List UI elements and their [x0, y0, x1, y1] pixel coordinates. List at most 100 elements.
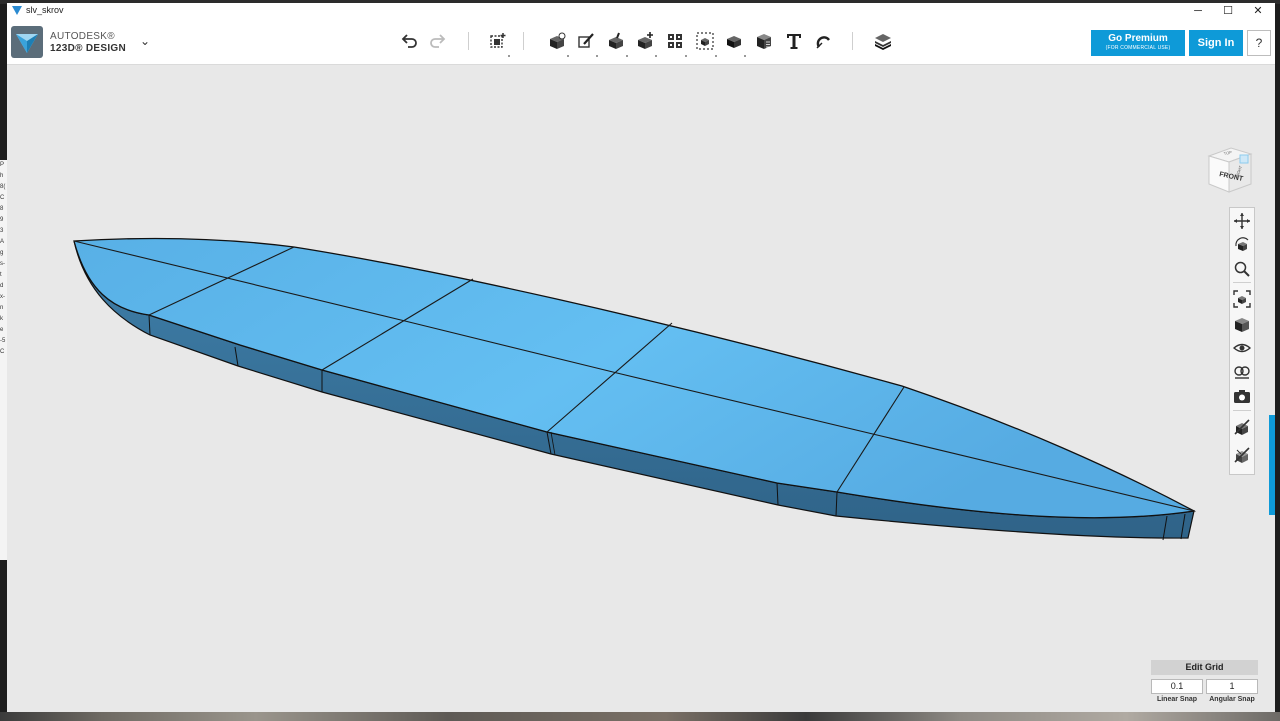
- angular-snap-field[interactable]: 1: [1206, 679, 1258, 694]
- edit-grid-button[interactable]: Edit Grid: [1151, 660, 1258, 675]
- views-icon[interactable]: [1233, 315, 1251, 333]
- background-text-fragment: 3: [0, 228, 4, 234]
- screenshot-icon[interactable]: [1233, 387, 1251, 405]
- sketch-icon: [578, 33, 594, 48]
- toolbar-separator: [523, 32, 524, 50]
- grid-panel: Edit Grid 0.1 1 Linear Snap Angular Snap: [1151, 660, 1258, 708]
- dropdown-indicator: [508, 55, 510, 57]
- background-window-edge: Ph 8( C 8 9 3 Ag s-t d x-n k e -5 C: [0, 160, 7, 560]
- dropdown-indicator: [626, 55, 628, 57]
- app-icon: [12, 6, 22, 15]
- toolbar-separator: [468, 32, 469, 50]
- construct-icon: [609, 32, 623, 49]
- hull-model[interactable]: [7, 65, 1275, 712]
- pattern-icon: [668, 34, 682, 48]
- orbit-icon[interactable]: [1233, 236, 1251, 254]
- background-text-fragment: d: [0, 283, 4, 289]
- background-text-fragment: t: [0, 272, 2, 278]
- background-text-fragment: C: [0, 195, 5, 201]
- group-icon: [696, 32, 714, 50]
- main-toolbar: AUTODESK® 123D® DESIGN ⌄ Go Premium (FOR…: [7, 20, 1275, 65]
- visibility-icon[interactable]: [1233, 339, 1251, 357]
- view-cube[interactable]: FRONT TOP RIGHT: [1203, 140, 1255, 196]
- linear-snap-field[interactable]: 0.1: [1151, 679, 1203, 694]
- sketch-button[interactable]: [573, 28, 599, 57]
- background-text-fragment: 8: [0, 206, 4, 212]
- dropdown-indicator: [744, 55, 746, 57]
- navbar-separator: [1233, 282, 1251, 283]
- dropdown-indicator: [685, 55, 687, 57]
- background-text-fragment: A: [0, 239, 5, 245]
- hull-top-deck: [73, 237, 1197, 519]
- material-button[interactable]: [870, 28, 896, 54]
- text-button[interactable]: [781, 28, 807, 54]
- minimize-button[interactable]: ─: [1183, 3, 1213, 20]
- go-premium-label: Go Premium: [1108, 33, 1168, 44]
- redo-icon: [430, 34, 446, 48]
- background-text-fragment: h: [0, 173, 4, 179]
- primitives-icon: [550, 32, 566, 49]
- zoom-icon[interactable]: [1233, 260, 1251, 278]
- background-text-fragment: s-: [0, 261, 5, 267]
- combine-button[interactable]: [721, 28, 747, 57]
- undo-icon: [401, 34, 417, 48]
- background-text-fragment: n: [0, 305, 4, 311]
- app-window: slv_skrov ─ ☐ ✕ AUTODESK® 123D® DESIGN ⌄: [7, 3, 1275, 712]
- navbar-separator: [1233, 410, 1251, 411]
- construct-button[interactable]: [603, 28, 629, 57]
- pattern-button[interactable]: [662, 28, 688, 57]
- modify-button[interactable]: [632, 28, 658, 57]
- text-icon: [787, 34, 801, 49]
- go-premium-sublabel: (FOR COMMERCIAL USE): [1105, 45, 1171, 51]
- linear-snap-label: Linear Snap: [1156, 696, 1198, 703]
- primitives-button[interactable]: [544, 28, 570, 57]
- transform-icon: [490, 33, 506, 48]
- panel-collapse-tab[interactable]: [1269, 415, 1275, 515]
- window-title: slv_skrov: [26, 5, 64, 15]
- toolbar-separator: [852, 32, 853, 50]
- background-text-fragment: e: [0, 327, 4, 333]
- background-text-fragment: -5: [0, 338, 6, 344]
- background-text-fragment: g: [0, 250, 4, 256]
- dropdown-indicator: [596, 55, 598, 57]
- help-button[interactable]: ?: [1247, 30, 1271, 56]
- title-bar: slv_skrov ─ ☐ ✕: [7, 3, 1275, 20]
- hide-meshes-icon[interactable]: [1233, 446, 1251, 464]
- background-text-fragment: P: [0, 162, 5, 168]
- background-text-fragment: 9: [0, 217, 4, 223]
- desktop-wallpaper-strip: [0, 712, 1280, 721]
- redo-button[interactable]: [425, 28, 451, 54]
- transform-button[interactable]: [485, 28, 511, 57]
- fit-icon[interactable]: [1233, 290, 1251, 308]
- dropdown-indicator: [715, 55, 717, 57]
- hide-sketches-icon[interactable]: [1233, 418, 1251, 436]
- measure-icon: [757, 34, 771, 49]
- pan-icon[interactable]: [1233, 212, 1251, 230]
- dropdown-indicator: [567, 55, 569, 57]
- brand-autodesk: AUTODESK®: [50, 31, 115, 42]
- navigation-bar: [1229, 207, 1255, 475]
- materials-outlines-icon[interactable]: [1233, 363, 1251, 381]
- background-text-fragment: 8(: [0, 184, 6, 190]
- measure-button[interactable]: [751, 28, 777, 54]
- maximize-button[interactable]: ☐: [1213, 3, 1243, 20]
- undo-button[interactable]: [396, 28, 422, 54]
- go-premium-button[interactable]: Go Premium (FOR COMMERCIAL USE): [1091, 30, 1185, 56]
- combine-icon: [727, 36, 741, 48]
- snap-button[interactable]: [810, 28, 836, 54]
- app-logo-icon[interactable]: [11, 26, 43, 58]
- dropdown-indicator: [655, 55, 657, 57]
- group-button[interactable]: [692, 28, 718, 57]
- modify-icon: [638, 32, 653, 49]
- background-text-fragment: C: [0, 349, 5, 355]
- app-menu-chevron-icon[interactable]: ⌄: [140, 34, 150, 48]
- background-text-fragment: x-: [0, 294, 5, 300]
- sign-in-button[interactable]: Sign In: [1189, 30, 1243, 56]
- close-button[interactable]: ✕: [1243, 3, 1273, 20]
- 3d-viewport[interactable]: FRONT TOP RIGHT Edit Grid 0.1 1 Linear S…: [7, 65, 1275, 712]
- snap-icon: [816, 36, 830, 49]
- angular-snap-label: Angular Snap: [1209, 696, 1255, 703]
- material-icon: [875, 34, 891, 50]
- brand-product: 123D® DESIGN: [50, 43, 126, 54]
- background-text-fragment: k: [0, 316, 3, 322]
